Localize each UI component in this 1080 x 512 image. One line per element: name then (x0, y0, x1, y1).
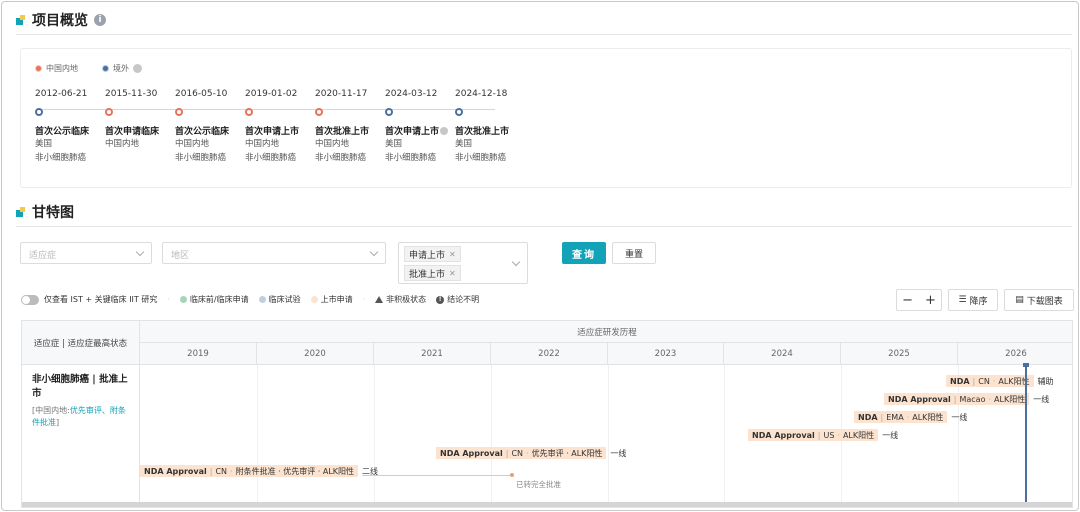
query-button[interactable]: 查询 (562, 242, 606, 264)
year-label: 2023 (608, 343, 724, 365)
legend-overseas: 境外 (102, 63, 142, 74)
milestone-dot-icon (35, 108, 43, 116)
status-tag[interactable]: 申请上市 ✕ (404, 246, 461, 262)
gantt-bar[interactable]: NDA Approval | US · ALK阳性 一线 (748, 429, 898, 441)
sort-icon: ☰ (958, 295, 967, 305)
help-icon[interactable] (133, 64, 142, 73)
milestone-dot-icon (455, 108, 463, 116)
year-label: 2025 (841, 343, 958, 365)
year-label: 2020 (257, 343, 374, 365)
annotation: 已转完全批准 (516, 480, 561, 489)
gantt-top-header: 适应症研发历程 (140, 321, 1072, 343)
chevron-down-icon (135, 247, 145, 257)
blue-dot-icon (258, 296, 266, 303)
section-square-icon (16, 15, 26, 25)
gantt-left-header: 适应症 | 适应症最高状态 (22, 321, 140, 365)
zoom-out-button[interactable]: − (902, 293, 913, 308)
gantt-legend: 仅查看 IST + 关键临床 IIT 研究 · 临床前/临床申请 临床试验 上市… (21, 294, 479, 305)
download-chart-button[interactable]: ▤ 下载图表 (1004, 289, 1074, 311)
horizontal-scrollbar[interactable] (22, 502, 1072, 507)
milestone[interactable]: 2012-06-21 首次公示临床 美国 非小细胞肺癌 (35, 89, 105, 165)
exclamation-icon: ! (436, 295, 445, 304)
legend-submission: 上市申请 (310, 294, 353, 305)
gantt-years: 2019 2020 2021 2022 2023 2024 2025 2026 (140, 343, 1072, 365)
ist-toggle[interactable]: 仅查看 IST + 关键临床 IIT 研究 (21, 294, 157, 305)
close-icon[interactable]: ✕ (449, 250, 456, 259)
overview-card: 中国内地 境外 2012-06-21 首次公示临床 美国 非小细胞肺癌 2015… (20, 48, 1072, 188)
reset-button[interactable]: 重置 (612, 242, 656, 264)
year-label: 2021 (374, 343, 491, 365)
indication-select[interactable]: 适应症 (20, 242, 152, 264)
gantt-bar[interactable]: NDA | EMA · ALK阳性 一线 (854, 411, 967, 423)
legend-trial: 临床试验 (258, 294, 301, 305)
overview-title: 项目概览 i (16, 10, 106, 30)
orange-dot-icon (310, 296, 318, 303)
red-dot-icon (35, 65, 42, 72)
year-label: 2026 (1005, 349, 1027, 359)
year-label: 2024 (724, 343, 841, 365)
indication-cell[interactable]: 非小细胞肺癌 | 批准上市 [中国内地:优先审评、附条件批准] (22, 365, 140, 507)
milestone[interactable]: 2024-12-18 首次批准上市 美国 非小细胞肺癌 (455, 89, 525, 165)
close-icon[interactable]: ✕ (449, 269, 456, 278)
milestone-dot-icon (105, 108, 113, 116)
legend-inactive: 非积极状态 (375, 294, 426, 305)
info-icon[interactable]: i (94, 14, 106, 26)
milestone-dot-icon (315, 108, 323, 116)
gantt-title: 甘特图 (16, 202, 74, 222)
region-select[interactable]: 地区 (162, 242, 386, 264)
approval-dot-icon (510, 473, 514, 477)
chevron-down-icon (511, 257, 521, 267)
zoom-control: − + (896, 289, 942, 311)
help-icon[interactable] (440, 127, 449, 135)
overview-legend: 中国内地 境外 (35, 63, 142, 74)
legend-domestic: 中国内地 (35, 63, 78, 74)
toggle-switch[interactable] (21, 294, 39, 305)
triangle-icon (375, 296, 384, 303)
download-icon: ▤ (1015, 295, 1024, 305)
divider (16, 34, 1072, 35)
zoom-in-button[interactable]: + (925, 293, 936, 308)
milestone[interactable]: 2015-11-30 首次申请临床 中国内地 (105, 89, 175, 151)
gantt-bar[interactable]: NDA Approval | CN · 优先审评 · ALK阳性 一线 (436, 447, 626, 459)
indication-title: 非小细胞肺癌 | 批准上市 (32, 374, 128, 399)
gantt-chart: 适应症 | 适应症最高状态 适应症研发历程 2019 2020 2021 202… (21, 320, 1073, 508)
green-dot-icon (179, 296, 187, 303)
chevron-down-icon (369, 247, 379, 257)
legend-unclear: ! 结论不明 (436, 294, 479, 305)
status-select[interactable]: 申请上市 ✕ 批准上市 ✕ (398, 242, 528, 284)
page-frame: 项目概览 i 中国内地 境外 2012-06-21 首次公示临床 美国 非小细胞… (1, 1, 1079, 511)
gantt-bar[interactable]: NDA Approval | CN · 附条件批准 · 优先审评 · ALK阳性 二线 (140, 465, 378, 477)
year-label: 2022 (491, 343, 608, 365)
milestone[interactable]: 2019-01-02 首次申请上市 中国内地 非小细胞肺癌 (245, 89, 315, 165)
milestone-dot-icon (385, 108, 393, 116)
status-tag[interactable]: 批准上市 ✕ (404, 265, 461, 281)
gantt-bar[interactable]: NDA | CN · ALK阳性 辅助 (946, 375, 1054, 387)
milestone[interactable]: 2016-05-10 首次公示临床 中国内地 非小细胞肺癌 (175, 89, 245, 165)
section-square-icon (16, 207, 26, 217)
divider (16, 226, 1072, 227)
legend-preclinical: 临床前/临床申请 (179, 294, 249, 305)
milestone-dot-icon (175, 108, 183, 116)
year-label: 2019 (140, 343, 257, 365)
today-line (1025, 365, 1027, 507)
blue-dot-icon (102, 65, 109, 72)
today-marker (1023, 363, 1029, 367)
indication-sub: [中国内地:优先审评、附条件批准] (32, 406, 126, 427)
milestone[interactable]: 2020-11-17 首次批准上市 中国内地 非小细胞肺癌 (315, 89, 385, 165)
milestone-dot-icon (245, 108, 253, 116)
milestone[interactable]: 2024-03-12 首次申请上市 美国 非小细胞肺癌 (385, 89, 455, 165)
bar-extension (362, 475, 512, 476)
sort-button[interactable]: ☰ 降序 (948, 289, 998, 311)
